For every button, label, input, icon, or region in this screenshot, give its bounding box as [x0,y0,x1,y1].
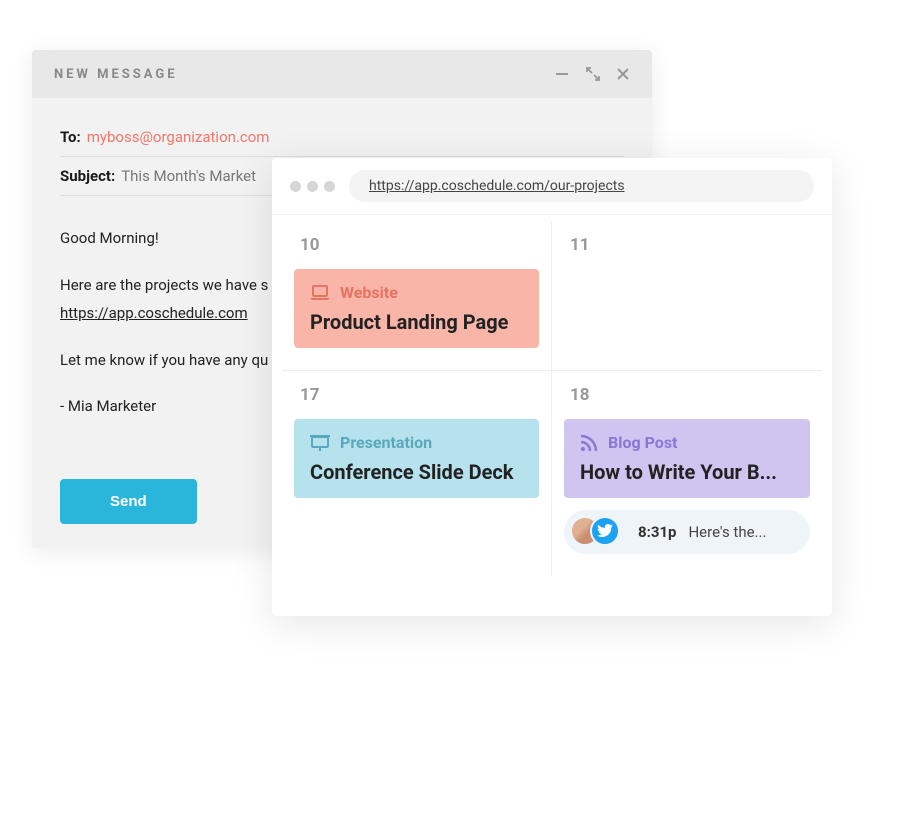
rss-icon [580,434,598,452]
close-icon[interactable] [616,66,630,82]
presentation-icon [310,435,330,451]
project-card-blog[interactable]: Blog Post How to Write Your B... [564,419,810,498]
to-field[interactable]: To: myboss@organization.com [60,118,624,157]
calendar-date: 17 [294,385,539,405]
project-card-presentation[interactable]: Presentation Conference Slide Deck [294,419,539,498]
card-title: Product Landing Page [310,310,523,334]
to-value: myboss@organization.com [87,128,270,146]
project-card-website[interactable]: Website Product Landing Page [294,269,539,348]
expand-icon[interactable] [586,66,600,82]
url-bar[interactable]: https://app.coschedule.com/our-projects [349,170,814,202]
calendar-cell[interactable]: 11 [552,221,822,371]
twitter-icon [590,516,620,546]
send-button[interactable]: Send [60,479,197,524]
traffic-light-icon[interactable] [324,181,335,192]
traffic-light-icon[interactable] [290,181,301,192]
browser-window: https://app.coschedule.com/our-projects … [272,158,832,616]
subject-value: This Month's Market [121,167,256,185]
calendar-cell[interactable]: 18 Blog Post How to Write Your B... [552,371,822,576]
laptop-icon [310,285,330,301]
card-type-label: Blog Post [608,433,677,452]
calendar-date: 10 [294,235,539,255]
calendar-date: 11 [564,235,810,255]
body-link[interactable]: https://app.coschedule.com [60,304,248,322]
card-title: Conference Slide Deck [310,460,523,484]
social-event[interactable]: 8:31p Here's the... [564,510,810,554]
card-type-label: Presentation [340,433,432,452]
email-window-title: NEW MESSAGE [54,67,178,82]
to-label: To: [60,128,81,146]
event-time: 8:31p [638,523,676,541]
window-controls [554,66,630,82]
browser-chrome: https://app.coschedule.com/our-projects [272,158,832,215]
minimize-icon[interactable] [554,66,570,82]
email-header: NEW MESSAGE [32,50,652,98]
calendar-grid: 10 Website Product Landing Page 11 17 [272,215,832,616]
calendar-date: 18 [564,385,810,405]
card-type-label: Website [340,283,398,302]
card-title: How to Write Your B... [580,460,794,484]
avatar-stack [570,516,626,548]
subject-label: Subject: [60,167,115,185]
traffic-lights [290,181,335,192]
event-text: Here's the... [688,523,796,541]
calendar-cell[interactable]: 10 Website Product Landing Page [282,221,552,371]
calendar-cell[interactable]: 17 Presentation Conference Slide Deck [282,371,552,576]
traffic-light-icon[interactable] [307,181,318,192]
